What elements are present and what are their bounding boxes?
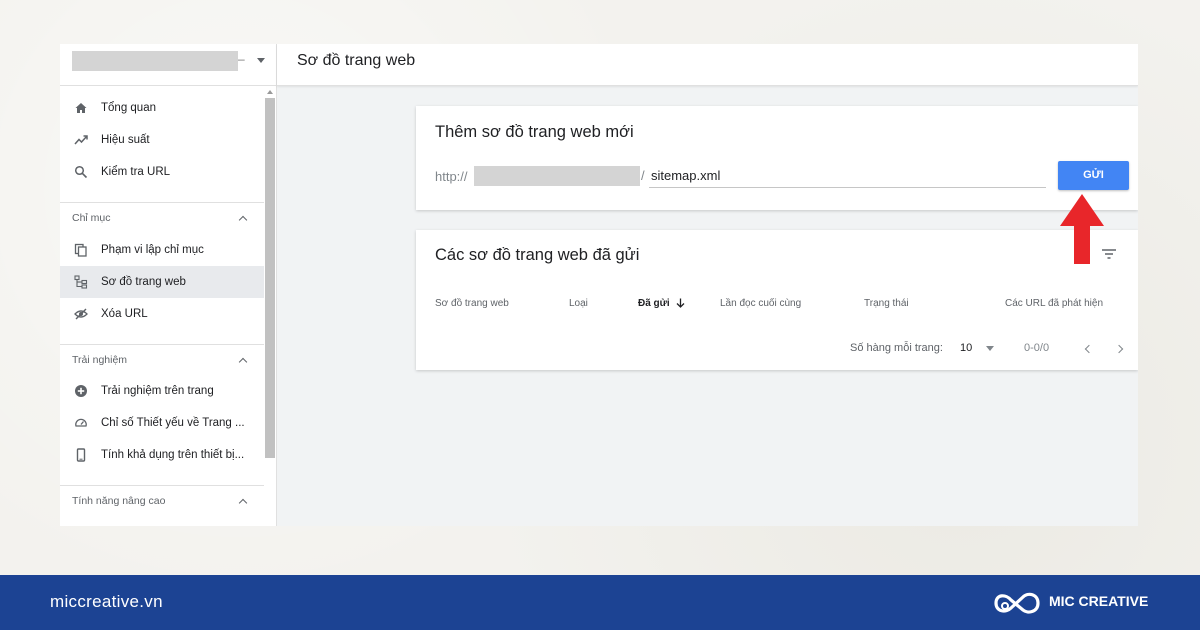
column-header-type[interactable]: Loại — [569, 298, 588, 309]
search-icon — [74, 165, 88, 179]
rows-per-page-select[interactable]: 10 — [960, 342, 972, 354]
chevron-up-icon — [238, 215, 248, 224]
chevron-right-icon[interactable] — [1114, 344, 1124, 354]
section-enhancements-header[interactable]: Tính năng nâng cao — [60, 485, 264, 515]
search-console-window: – Tổng quan Hiệu suất Kiểm tra URL Chỉ m… — [60, 44, 1138, 526]
speedometer-icon — [74, 416, 88, 430]
footer-website: miccreative.vn — [50, 592, 163, 611]
column-header-sitemap[interactable]: Sơ đồ trang web — [435, 298, 509, 309]
sidebar-item-removals[interactable]: Xóa URL — [60, 298, 264, 330]
section-title: Tính năng nâng cao — [72, 494, 166, 507]
column-header-last-read[interactable]: Lần đọc cuối cùng — [720, 298, 801, 309]
pagination-range: 0-0/0 — [1024, 342, 1050, 354]
sidebar-item-label: Tính khả dụng trên thiết bị... — [101, 449, 245, 461]
chevron-left-icon[interactable] — [1084, 344, 1094, 354]
column-header-status[interactable]: Trạng thái — [864, 298, 909, 309]
phone-icon — [74, 448, 88, 462]
property-selector[interactable]: – — [60, 44, 277, 86]
sidebar-item-coverage[interactable]: Phạm vi lập chỉ mục — [60, 234, 264, 266]
add-sitemap-card: Thêm sơ đồ trang web mới http:// / GỬI — [416, 106, 1138, 210]
sidebar: – Tổng quan Hiệu suất Kiểm tra URL Chỉ m… — [60, 44, 277, 526]
home-icon — [74, 101, 88, 115]
sidebar-item-label: Hiệu suất — [101, 134, 150, 146]
sitemap-icon — [74, 275, 88, 289]
scroll-up-icon[interactable] — [267, 90, 273, 94]
sidebar-item-url-inspection[interactable]: Kiểm tra URL — [60, 156, 264, 188]
sidebar-item-label: Phạm vi lập chỉ mục — [101, 244, 204, 256]
sitemap-url-input[interactable] — [649, 164, 1046, 188]
domain-redacted — [474, 166, 640, 186]
property-dash: – — [238, 52, 245, 66]
sidebar-item-label: Chỉ số Thiết yếu về Trang ... — [101, 417, 245, 429]
sidebar-item-sitemaps[interactable]: Sơ đồ trang web — [60, 266, 264, 298]
sidebar-item-core-web-vitals[interactable]: Chỉ số Thiết yếu về Trang ... — [60, 407, 264, 439]
copy-icon — [74, 243, 88, 257]
add-sitemap-title: Thêm sơ đồ trang web mới — [435, 123, 634, 141]
sidebar-scrollbar[interactable] — [265, 88, 275, 526]
mic-creative-logo-icon — [994, 592, 1040, 614]
trending-icon — [74, 133, 88, 147]
page-title: Sơ đồ trang web — [297, 52, 416, 69]
caret-down-icon[interactable] — [986, 346, 994, 351]
sidebar-item-overview[interactable]: Tổng quan — [60, 92, 264, 124]
submitted-sitemaps-title: Các sơ đồ trang web đã gửi — [435, 246, 640, 264]
caret-down-icon — [257, 58, 265, 63]
sidebar-item-label: Trải nghiệm trên trang — [101, 385, 214, 397]
red-arrow-annotation — [1060, 194, 1104, 264]
sidebar-item-performance[interactable]: Hiệu suất — [60, 124, 264, 156]
url-prefix: http:// — [435, 169, 468, 184]
scrollbar-thumb[interactable] — [265, 98, 275, 458]
footer-brand-name: MIC CREATIVE — [1049, 593, 1149, 609]
column-header-submitted[interactable]: Đã gửi — [638, 298, 685, 309]
property-name-redacted — [72, 51, 238, 71]
top-bar: Sơ đồ trang web — [277, 44, 1138, 86]
sidebar-item-label: Sơ đồ trang web — [101, 276, 186, 288]
sidebar-item-label: Kiểm tra URL — [101, 166, 171, 178]
column-header-label: Đã gửi — [638, 298, 670, 309]
rows-per-page-label: Số hàng mỗi trang: — [850, 342, 943, 354]
sidebar-item-mobile-usability[interactable]: Tính khả dụng trên thiết bị... — [60, 439, 264, 471]
section-experience-header[interactable]: Trải nghiệm — [60, 344, 264, 374]
eye-off-icon — [74, 307, 88, 321]
plus-circle-icon — [74, 384, 88, 398]
sidebar-item-page-experience[interactable]: Trải nghiệm trên trang — [60, 375, 264, 407]
column-header-discovered-urls[interactable]: Các URL đã phát hiện — [1005, 298, 1103, 309]
section-title: Trải nghiệm — [72, 353, 128, 366]
submitted-sitemaps-card: Các sơ đồ trang web đã gửi Sơ đồ trang w… — [416, 230, 1138, 370]
sort-down-icon — [676, 298, 685, 309]
footer-bar: miccreative.vn MIC CREATIVE — [0, 575, 1200, 630]
sidebar-item-label: Xóa URL — [101, 308, 148, 320]
submit-button[interactable]: GỬI — [1058, 161, 1129, 190]
url-slash: / — [641, 168, 645, 183]
section-title: Chỉ mục — [72, 211, 111, 224]
section-index-header[interactable]: Chỉ mục — [60, 202, 264, 232]
sidebar-item-label: Tổng quan — [101, 102, 156, 114]
chevron-up-icon — [238, 357, 248, 366]
chevron-up-icon — [238, 498, 248, 507]
